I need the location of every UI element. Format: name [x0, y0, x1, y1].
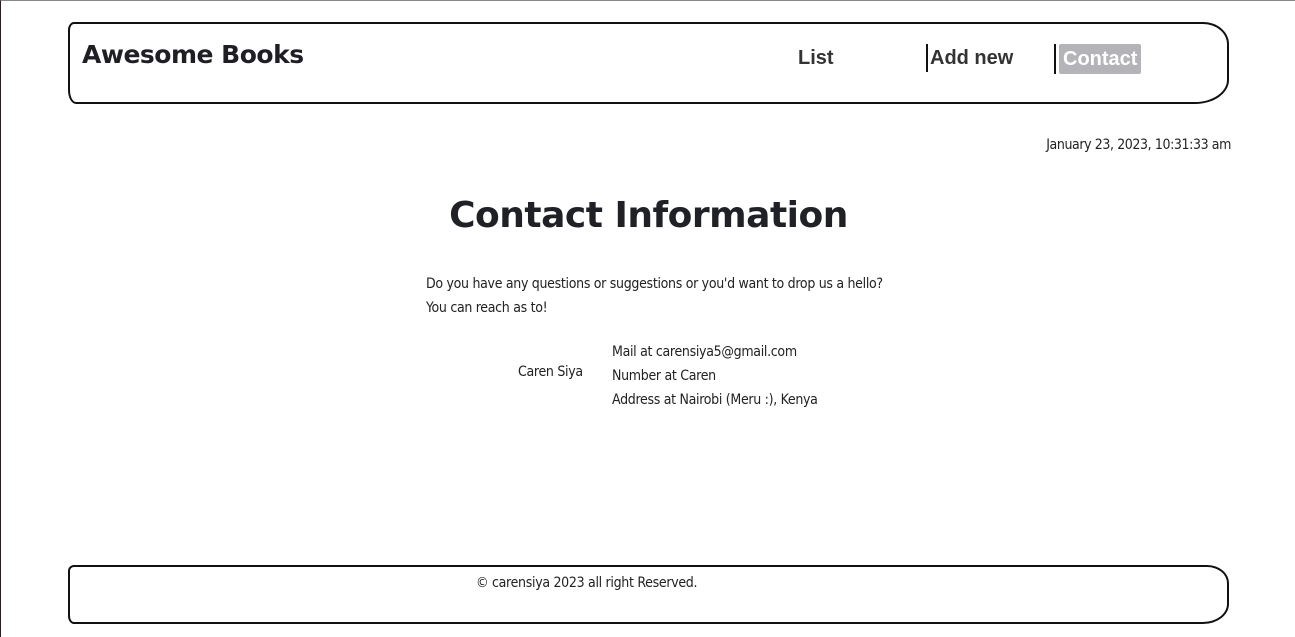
contact-details-list: Mail at carensiya5@gmail.com Number at C…: [612, 340, 818, 412]
nav-list-link[interactable]: List: [798, 44, 834, 72]
contact-intro: Do you have any questions or suggestions…: [426, 272, 883, 320]
contact-name: Caren Siya: [518, 364, 583, 380]
intro-line-1: Do you have any questions or suggestions…: [426, 276, 883, 292]
intro-line-2: You can reach as to!: [426, 300, 548, 316]
current-datetime: January 23, 2023, 10:31:33 am: [1046, 137, 1231, 153]
contact-number: Number at Caren: [612, 368, 716, 384]
nav-contact-link[interactable]: Contact: [1054, 44, 1142, 74]
main-nav: List Add new Contact: [70, 44, 1227, 74]
contact-mail: Mail at carensiya5@gmail.com: [612, 344, 797, 360]
page-title: Contact Information: [449, 195, 848, 236]
nav-contact-label: Contact: [1059, 44, 1142, 74]
contact-address: Address at Nairobi (Meru :), Kenya: [612, 392, 818, 408]
site-footer: © carensiya 2023 all right Reserved.: [68, 565, 1229, 624]
site-header: Awesome Books List Add new Contact: [68, 22, 1229, 104]
nav-add-new-link[interactable]: Add new: [926, 44, 1013, 72]
copyright-text: © carensiya 2023 all right Reserved.: [476, 575, 698, 591]
